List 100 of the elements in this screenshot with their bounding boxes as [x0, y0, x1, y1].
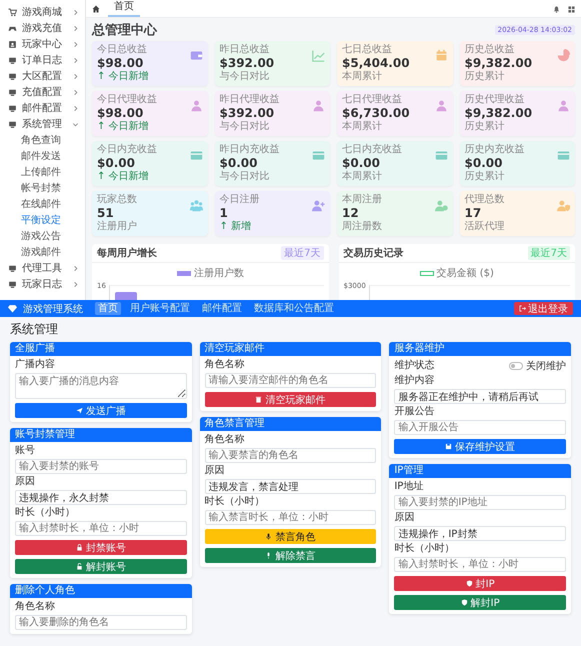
- stat-note: 本周累计: [342, 71, 383, 83]
- chart-title: 交易历史记录: [344, 246, 404, 260]
- action-button[interactable]: 解封账号: [15, 559, 187, 574]
- input-field[interactable]: 输入封禁时长，单位：小时: [394, 557, 566, 572]
- field-label: 维护状态: [394, 360, 434, 372]
- monitor-icon: [8, 280, 17, 288]
- stat-value: 17: [464, 206, 482, 221]
- action-button[interactable]: 保存维护设置: [394, 439, 566, 454]
- id-card-icon: [8, 40, 17, 48]
- stat-value: $98.00: [97, 56, 144, 70]
- input-field[interactable]: 输入要禁言的角色名: [204, 448, 376, 463]
- action-button[interactable]: 封IP: [394, 576, 566, 591]
- sidebar-item[interactable]: 充值配置: [0, 84, 85, 100]
- field-label: 时长（小时）: [394, 543, 456, 555]
- stat-label: 代理总数: [464, 194, 504, 206]
- monitor-icon: [8, 104, 17, 112]
- stat-label: 昨日代理收益: [220, 94, 280, 106]
- nav-link[interactable]: 邮件配置: [199, 302, 245, 315]
- card-header: 全服广播: [10, 342, 192, 356]
- input-field[interactable]: 违规操作，永久封禁: [15, 490, 187, 505]
- unlock-icon: [76, 563, 83, 570]
- action-button[interactable]: 解除禁言: [204, 548, 376, 563]
- field-label: 角色名称: [15, 601, 56, 613]
- input-field[interactable]: 输入封禁时长，单位：小时: [15, 521, 187, 536]
- sidebar-item[interactable]: 订单日志: [0, 52, 85, 68]
- sidebar-item[interactable]: 玩家中心: [0, 36, 85, 52]
- monitor-icon: [8, 72, 17, 80]
- sidebar-item[interactable]: 邮件配置: [0, 100, 85, 116]
- field-label: 角色名称: [204, 434, 246, 446]
- sidebar-item[interactable]: 系统管理: [0, 116, 85, 132]
- stat-note: ↑ 今日新增: [97, 171, 150, 183]
- stat-note: 注册用户: [97, 221, 137, 233]
- card-header: 服务器维护: [389, 342, 571, 356]
- input-field[interactable]: 违规发言，禁言处理: [204, 479, 376, 494]
- field-label: 角色名称: [204, 359, 246, 371]
- stat-value: $0.00: [97, 156, 136, 170]
- stat-note: 周注册数: [342, 221, 382, 233]
- stat-value: $392.00: [220, 56, 274, 70]
- nav-link[interactable]: 数据库和公告配置: [251, 302, 337, 315]
- field-label: 原因: [204, 465, 226, 477]
- input-field[interactable]: 请输入要清空邮件的角色名: [204, 373, 376, 388]
- input-field[interactable]: 输入禁言时长，单位：小时: [204, 510, 376, 525]
- tab[interactable]: 首页: [108, 1, 140, 17]
- toggle-switch[interactable]: [509, 362, 523, 370]
- card-header: 角色禁言管理: [200, 417, 382, 431]
- save-icon: [445, 443, 452, 450]
- grid-icon: [568, 6, 575, 13]
- input-field[interactable]: 输入要删除的角色名: [15, 615, 187, 630]
- input-field[interactable]: 输入要封禁的IP地址: [394, 495, 566, 510]
- stat-label: 今日注册: [220, 194, 260, 206]
- input-field[interactable]: 服务器正在维护中，请稍后再试: [394, 389, 566, 404]
- brand-name: 游戏管理系统: [23, 302, 83, 316]
- monitor-icon: [8, 56, 17, 64]
- sidebar-item[interactable]: 游戏充值: [0, 20, 85, 36]
- bell-icon: [553, 6, 560, 13]
- field-label: 广播内容: [15, 359, 56, 371]
- action-button[interactable]: 解封IP: [394, 595, 566, 610]
- action-button[interactable]: 清空玩家邮件: [204, 392, 376, 407]
- card-header: 删除个人角色: [10, 584, 192, 598]
- message-field[interactable]: 输入要广播的消息内容: [15, 373, 187, 399]
- sidebar-item[interactable]: 代理工具: [0, 260, 85, 276]
- logout-button[interactable]: 退出登录: [514, 302, 573, 315]
- submenu-item[interactable]: 在线邮件: [0, 196, 85, 212]
- field-label: 账号: [15, 445, 36, 457]
- submenu-item[interactable]: 邮件发送: [0, 148, 85, 164]
- stat-value: $9,382.00: [464, 56, 532, 70]
- stat-note: 本周累计: [342, 171, 383, 183]
- toggle-label: 关闭维护: [526, 360, 566, 373]
- action-button[interactable]: 发送广播: [15, 403, 187, 418]
- input-field[interactable]: 输入开服公告: [394, 420, 566, 435]
- stat-note: 与今日对比: [220, 171, 270, 183]
- legend-label: 注册用户数: [194, 266, 244, 280]
- submenu-item[interactable]: 游戏邮件: [0, 244, 85, 260]
- input-field[interactable]: 输入要封禁的账号: [15, 459, 187, 474]
- submenu-item[interactable]: 上传邮件: [0, 164, 85, 180]
- stat-note: ↑ 今日新增: [97, 121, 150, 133]
- stat-value: $0.00: [464, 156, 504, 170]
- submenu-item[interactable]: 游戏公告: [0, 228, 85, 244]
- chart-title: 每周用户增长: [97, 246, 157, 260]
- sidebar-item[interactable]: 大区配置: [0, 68, 85, 84]
- stat-label: 历史内充收益: [464, 144, 524, 156]
- stat-label: 七日总收益: [342, 44, 393, 56]
- shield-icon: [466, 580, 473, 587]
- card-header: IP管理: [389, 464, 571, 478]
- sidebar-item[interactable]: 玩家日志: [0, 276, 85, 292]
- stat-note: 活跃代理: [464, 221, 504, 233]
- stat-label: 玩家总数: [97, 194, 137, 206]
- field-label: 时长（小时）: [204, 496, 266, 508]
- input-field[interactable]: 违规操作，IP封禁: [394, 526, 566, 541]
- nav-link[interactable]: 用户账号配置: [127, 302, 193, 315]
- action-button[interactable]: 禁言角色: [204, 529, 376, 544]
- stat-value: $392.00: [220, 106, 276, 120]
- action-button[interactable]: 封禁账号: [15, 540, 187, 555]
- submenu-item[interactable]: 帐号封禁: [0, 180, 85, 196]
- stat-value: $5,404.00: [342, 56, 410, 70]
- submenu-item[interactable]: 角色查询: [0, 132, 85, 148]
- sidebar-item[interactable]: 游戏商城: [0, 4, 85, 20]
- submenu-item[interactable]: 平衡设定: [0, 212, 85, 228]
- field-label: 原因: [15, 476, 36, 488]
- period-badge: 最近7天: [281, 246, 324, 260]
